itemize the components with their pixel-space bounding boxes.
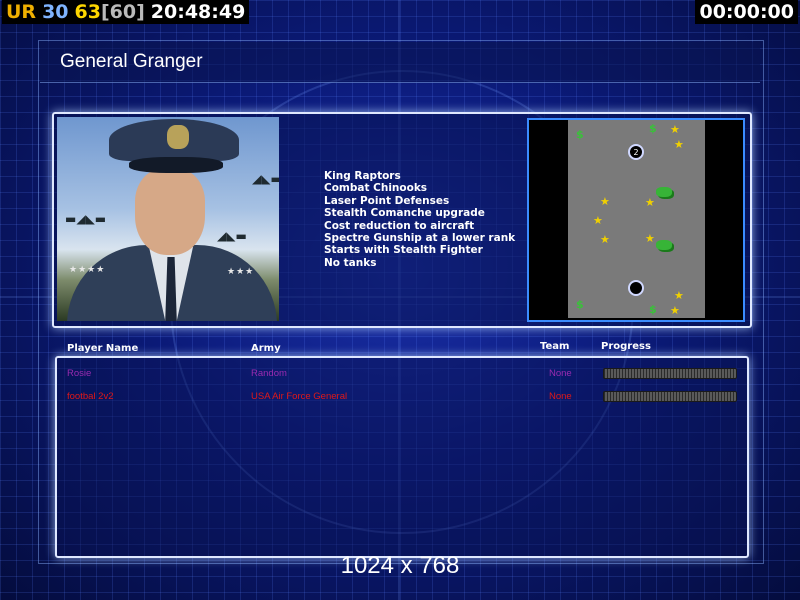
tree-icon <box>656 187 672 197</box>
general-face <box>135 169 205 255</box>
header-army: Army <box>251 343 281 354</box>
resolution-label: 1024 x 768 <box>340 552 460 579</box>
tech-star-icon: ★ <box>600 195 610 208</box>
page-title: General Granger <box>60 51 203 72</box>
rank-stars-icon: ★★★★ <box>69 265 106 275</box>
tech-star-icon: ★ <box>645 232 655 245</box>
supply-dollar-icon: $ <box>649 303 657 316</box>
start-position-2[interactable]: 2 <box>628 144 644 160</box>
helicopter-icon: ◢◣▬ <box>217 229 247 243</box>
hud-stats: UR 30 63[60] 20:48:49 <box>2 0 250 24</box>
player-progress-bar <box>603 391 737 402</box>
player-name: Rosie <box>67 368 92 379</box>
player-progress-bar <box>603 368 737 379</box>
feature-item: Cost reduction to aircraft <box>324 219 475 232</box>
hud-value-group: 63[60] <box>75 1 145 23</box>
general-cap-brim <box>129 157 223 173</box>
feature-item: Stealth Comanche upgrade <box>324 207 485 220</box>
general-features-list: King Raptors Combat Chinooks Laser Point… <box>324 170 515 269</box>
hud-ur: UR <box>6 1 37 23</box>
general-portrait: ▬◢◣▬ ◢◣▬ ◢◣▬ ★★★★ ★★★ <box>57 117 279 321</box>
player-army[interactable]: Random <box>251 368 287 379</box>
header-team: Team <box>540 341 570 352</box>
tech-star-icon: ★ <box>600 233 610 246</box>
hud-value-3: [60] <box>100 1 145 23</box>
hud-value-2: 63 <box>74 1 101 23</box>
feature-item: Starts with Stealth Fighter <box>324 244 483 257</box>
players-list <box>55 356 749 558</box>
supply-dollar-icon: $ <box>576 298 584 311</box>
header-player-name: Player Name <box>67 343 139 354</box>
hud-clock: 20:48:49 <box>150 1 246 23</box>
tech-star-icon: ★ <box>593 214 603 227</box>
tech-star-icon: ★ <box>674 289 684 302</box>
player-army[interactable]: USA Air Force General <box>251 391 347 402</box>
rank-stars-icon: ★★★ <box>227 267 255 277</box>
hud-timer: 00:00:00 <box>695 0 798 24</box>
header-progress: Progress <box>601 341 651 352</box>
feature-item: King Raptors <box>324 170 401 182</box>
supply-dollar-icon: $ <box>576 128 584 141</box>
cap-badge-icon <box>167 125 189 149</box>
player-name: footbal 2v2 <box>67 391 114 402</box>
feature-item: Spectre Gunship at a lower rank <box>324 232 516 245</box>
tech-star-icon: ★ <box>674 138 684 151</box>
feature-item: Combat Chinooks <box>324 182 428 195</box>
tech-star-icon: ★ <box>645 196 655 209</box>
tech-star-icon: ★ <box>670 123 680 136</box>
tech-star-icon: ★ <box>670 304 680 317</box>
helicopter-icon: ◢◣▬ <box>252 172 279 186</box>
start-position-1[interactable] <box>628 280 644 296</box>
hud-value-1: 30 <box>42 1 69 23</box>
feature-item: No tanks <box>324 256 377 269</box>
tree-icon <box>656 240 672 250</box>
supply-dollar-icon: $ <box>649 122 657 135</box>
helicopter-icon: ▬◢◣▬ <box>65 212 107 226</box>
feature-item: Laser Point Defenses <box>324 194 450 207</box>
player-team[interactable]: None <box>549 391 572 402</box>
player-team[interactable]: None <box>549 368 572 379</box>
